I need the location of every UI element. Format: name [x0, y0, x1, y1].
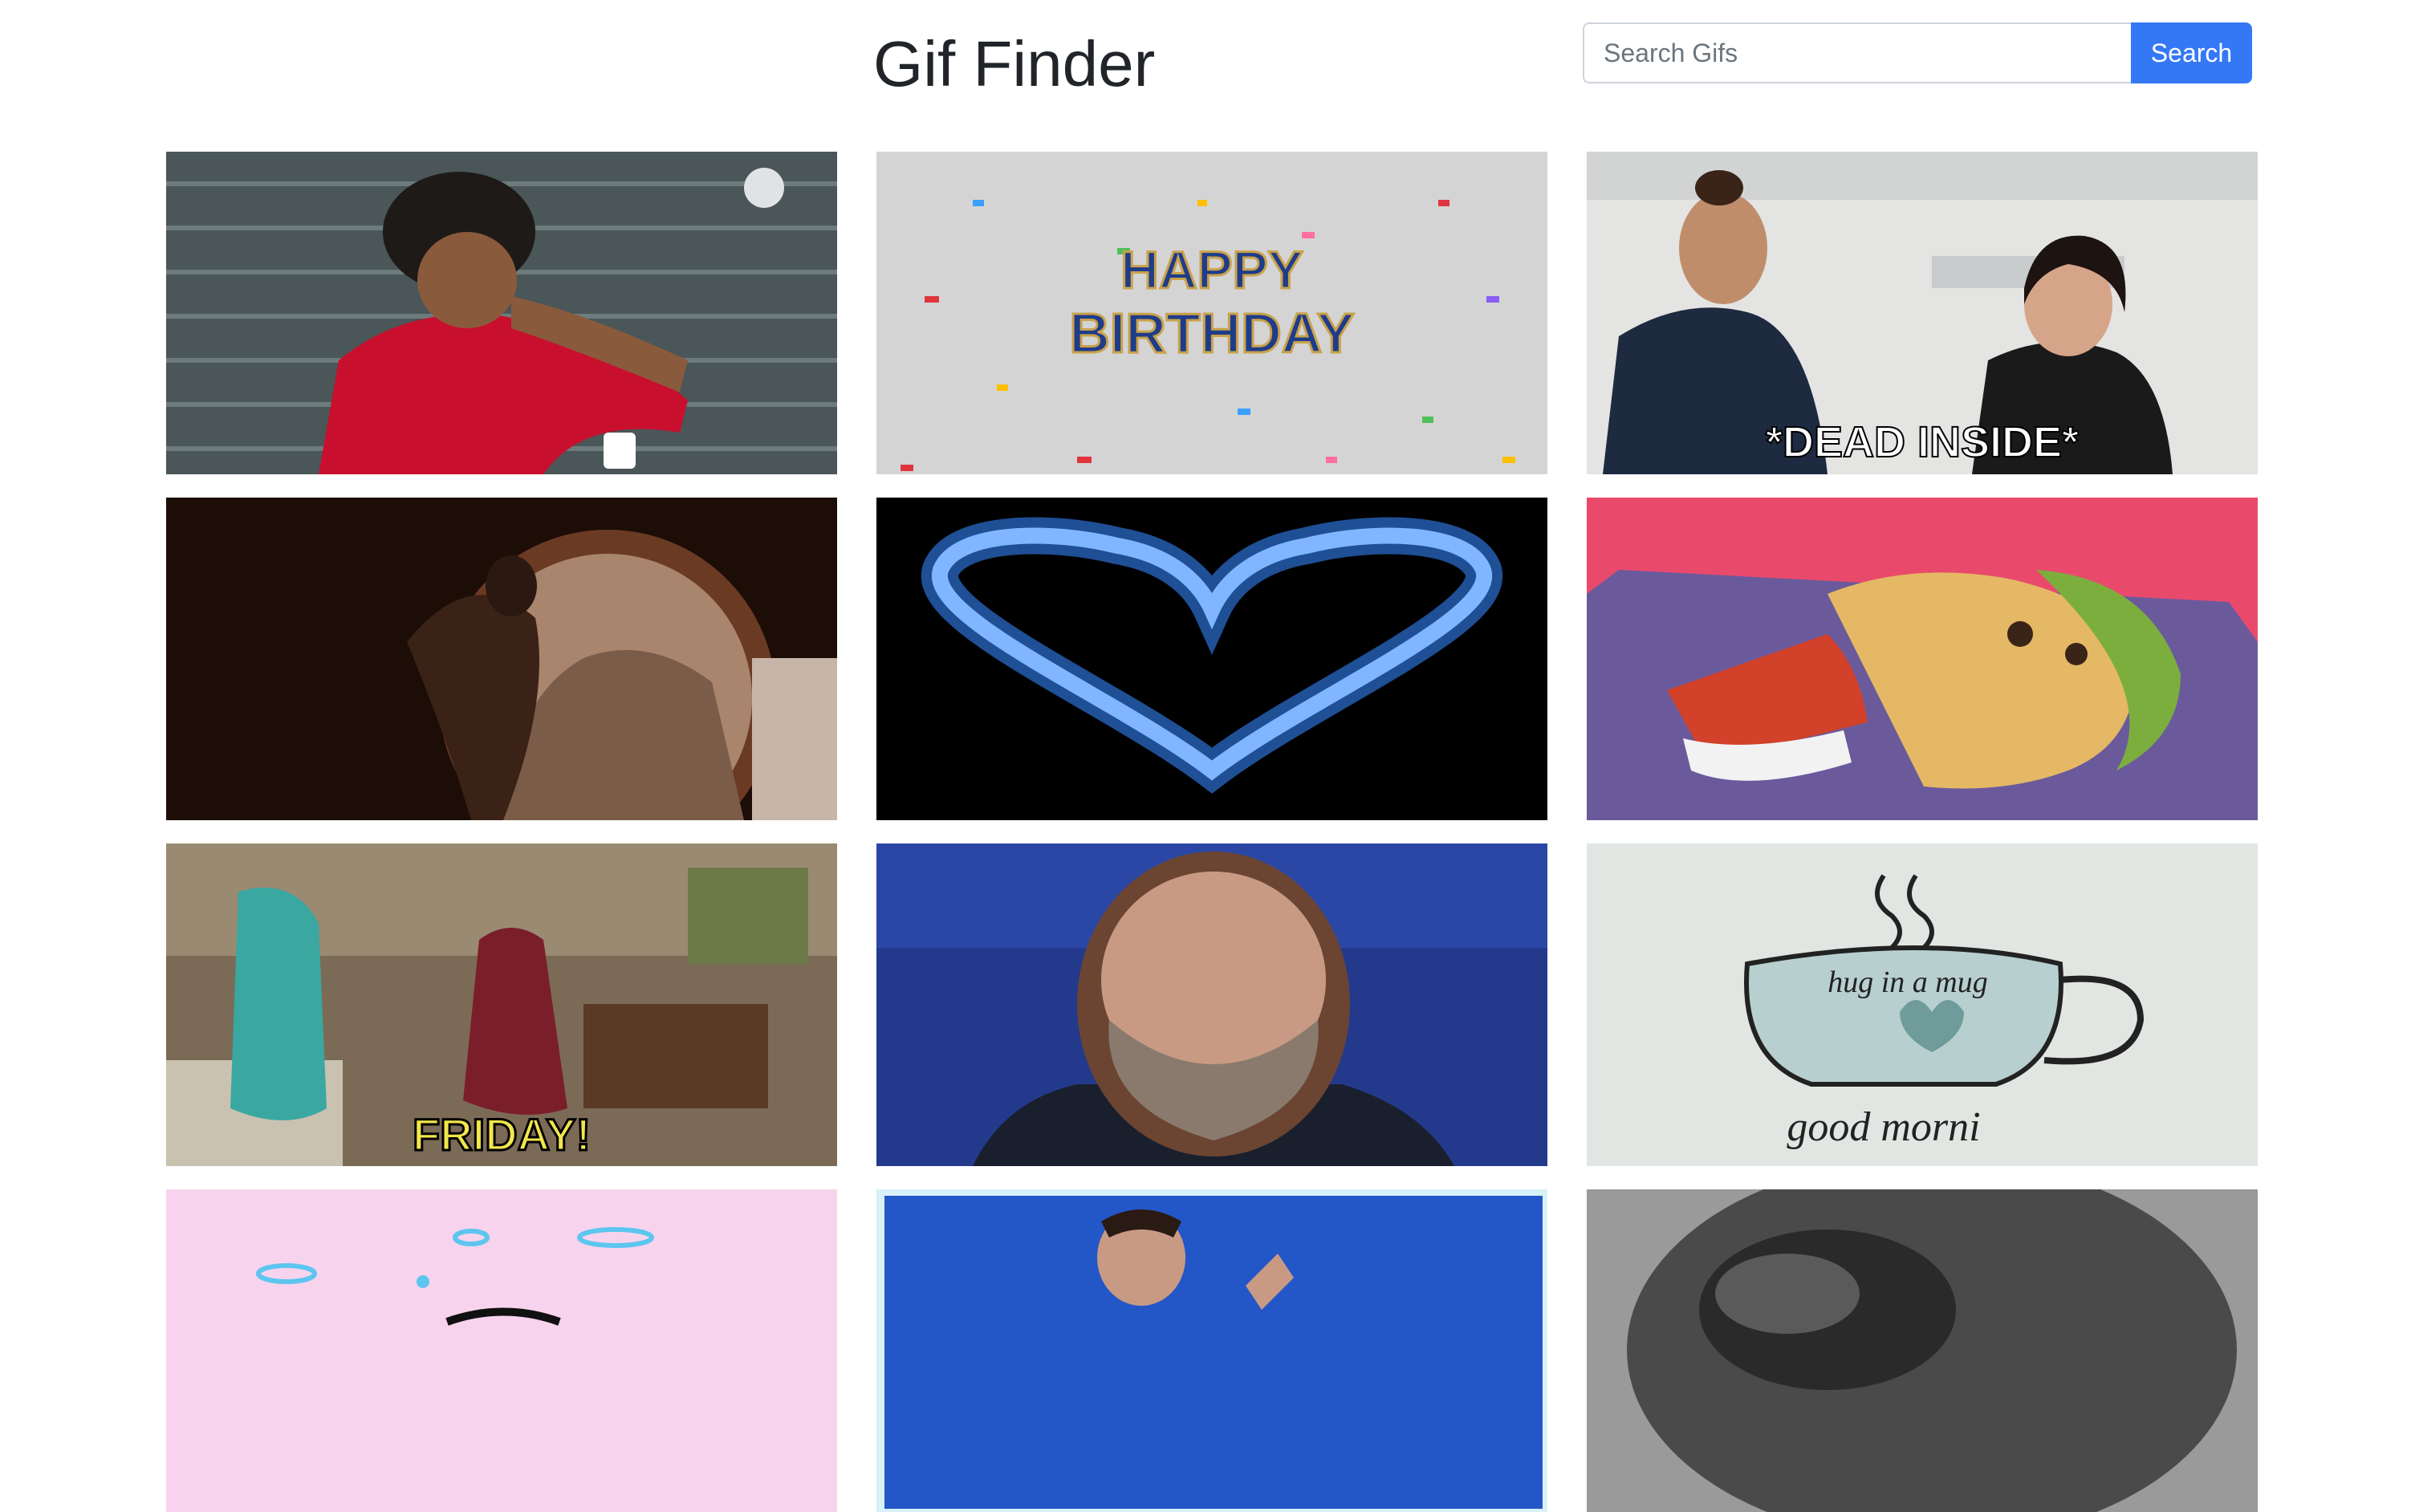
page-title: Gif Finder: [873, 28, 1156, 100]
gif-dead-inside[interactable]: *DEAD INSIDE*: [1587, 152, 2258, 474]
svg-text:HAPPY: HAPPY: [1120, 240, 1303, 299]
dead-inside-caption: *DEAD INSIDE*: [1765, 417, 2080, 467]
gif-dark-chariot[interactable]: [166, 498, 837, 820]
happy-birthday-text: HAPPY BIRTHDAY: [1068, 239, 1356, 366]
blue-heart-image: [876, 498, 1547, 820]
gif-pink-shapes[interactable]: [166, 1189, 837, 1512]
svg-text:hug in a mug: hug in a mug: [1828, 965, 1988, 999]
svg-text:*DEAD INSIDE*: *DEAD INSIDE*: [1766, 418, 2079, 466]
gif-friday[interactable]: FRIDAY!: [166, 843, 837, 1166]
svg-text:BIRTHDAY: BIRTHDAY: [1069, 302, 1354, 364]
search-input[interactable]: [1583, 22, 2131, 83]
hug-mug-caption: hug in a mug good morni: [1787, 965, 1988, 1150]
pink-shapes-image: [166, 1189, 837, 1512]
svg-text:FRIDAY!: FRIDAY!: [413, 1109, 591, 1160]
gif-happy-birthday[interactable]: HAPPY BIRTHDAY: [876, 152, 1547, 474]
gif-blue-heart[interactable]: [876, 498, 1547, 820]
svg-text:good morni: good morni: [1787, 1104, 1980, 1150]
dark-chariot-image: [166, 498, 837, 820]
gif-man-dancing[interactable]: [876, 1189, 1547, 1512]
soccer-player-image: [166, 152, 837, 474]
search-button[interactable]: Search: [2131, 22, 2252, 83]
gif-soccer-player[interactable]: [166, 152, 837, 474]
gif-gorilla[interactable]: [1587, 1189, 2258, 1512]
taco-image: [1587, 498, 2258, 820]
gif-taco[interactable]: [1587, 498, 2258, 820]
gif-bearded-man[interactable]: [876, 843, 1547, 1166]
man-dancing-image: [876, 1189, 1547, 1512]
bearded-man-image: [876, 843, 1547, 1166]
friday-caption: FRIDAY!: [412, 1108, 592, 1161]
gorilla-image: [1587, 1189, 2258, 1512]
gif-hug-in-a-mug[interactable]: hug in a mug good morni: [1587, 843, 2258, 1166]
